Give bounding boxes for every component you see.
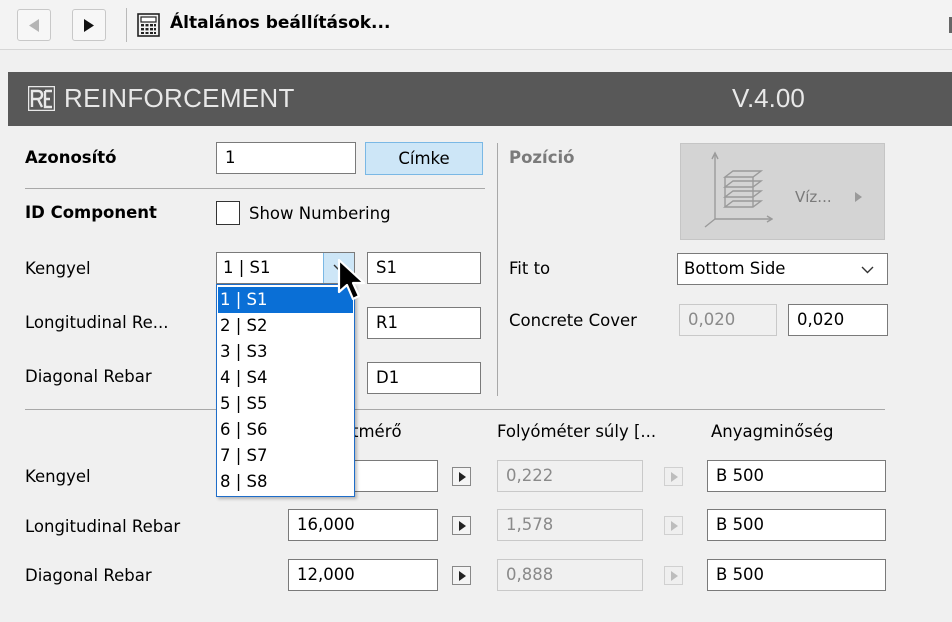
position-preview: Víz... (680, 143, 885, 240)
diameter-arrow-button[interactable] (452, 566, 471, 585)
divider (25, 409, 885, 410)
weight-arrow-button (664, 566, 683, 585)
longitudinal-label: Longitudinal Re... (25, 313, 169, 332)
show-numbering-label[interactable]: Show Numbering (249, 204, 391, 223)
fit-to-select[interactable]: Bottom Side (677, 253, 888, 285)
arrow-right-icon (459, 521, 466, 531)
dropdown-option[interactable]: 6 | S6 (218, 417, 353, 443)
app-title: REINFORCEMENT (64, 83, 295, 113)
header-diameter: tmérő (352, 422, 402, 441)
dropdown-option[interactable]: 4 | S4 (218, 365, 353, 391)
arrow-left-icon (29, 19, 39, 32)
dropdown-option[interactable]: 3 | S3 (218, 339, 353, 365)
diameter-arrow-button[interactable] (452, 516, 471, 535)
kengyel-label: Kengyel (25, 259, 91, 278)
dropdown-option[interactable]: 1 | S1 (218, 287, 353, 313)
arrow-right-icon (671, 472, 678, 482)
kengyel-id-input[interactable]: S1 (367, 252, 481, 284)
cimke-button[interactable]: Címke (365, 142, 483, 175)
diagonal-label: Diagonal Rebar (25, 367, 152, 386)
arrow-right-icon (84, 19, 94, 32)
header-weight: Folyóméter súly [... (497, 422, 657, 441)
arrow-right-icon (459, 571, 466, 581)
pozicio-label: Pozíció (509, 148, 575, 167)
forward-button[interactable] (72, 9, 106, 41)
material-input[interactable]: B 500 (707, 460, 886, 492)
dropdown-option[interactable]: 8 | S8 (218, 469, 353, 495)
concrete-cover-input[interactable]: 0,020 (788, 304, 888, 336)
header-material: Anyagminőség (711, 422, 834, 441)
longitudinal-id-input[interactable]: R1 (367, 307, 481, 339)
kengyel-select[interactable]: 1 | S1 (216, 252, 355, 284)
material-input[interactable]: B 500 (707, 509, 886, 541)
app-version: V.4.00 (732, 83, 805, 113)
arrow-right-icon (459, 472, 466, 482)
weight-arrow-button (664, 467, 683, 486)
calculator-icon[interactable] (137, 13, 160, 37)
kengyel-dropdown-list[interactable]: 1 | S1 2 | S2 3 | S3 4 | S4 5 | S5 6 | S… (216, 284, 355, 497)
material-input[interactable]: B 500 (707, 559, 886, 591)
rebar-stack-icon (704, 151, 773, 228)
weight-value: 0,222 (497, 460, 643, 492)
kengyel-select-value: 1 | S1 (223, 258, 271, 277)
show-numbering-checkbox[interactable] (216, 201, 240, 225)
id-component-label: ID Component (25, 203, 157, 222)
header-banner: REINFORCEMENT V.4.00 (8, 72, 952, 126)
diameter-arrow-button[interactable] (452, 467, 471, 486)
dropdown-option[interactable]: 5 | S5 (218, 391, 353, 417)
row-label: Kengyel (25, 467, 91, 486)
divider (25, 188, 485, 189)
concrete-cover-label: Concrete Cover (509, 311, 637, 330)
toolbar-separator (126, 8, 127, 42)
row-label: Diagonal Rebar (25, 566, 152, 585)
fit-to-value: Bottom Side (684, 259, 786, 278)
back-button[interactable] (17, 9, 51, 41)
mouse-cursor-icon (337, 258, 366, 301)
dropdown-option[interactable]: 2 | S2 (218, 313, 353, 339)
weight-value: 1,578 (497, 509, 643, 541)
app-logo (28, 86, 55, 111)
arrow-right-icon (855, 192, 862, 202)
arrow-right-icon (671, 571, 678, 581)
preview-label: Víz... (795, 188, 832, 206)
fit-to-label: Fit to (509, 259, 551, 278)
toolbar: Általános beállítások... (0, 0, 952, 50)
azonosito-input[interactable]: 1 (216, 142, 356, 174)
dropdown-option[interactable]: 7 | S7 (218, 443, 353, 469)
concrete-cover-default: 0,020 (679, 304, 777, 336)
diameter-input[interactable]: 12,000 (288, 559, 438, 591)
azonosito-label: Azonosító (25, 148, 117, 167)
toolbar-title[interactable]: Általános beállítások... (170, 13, 390, 33)
row-label: Longitudinal Rebar (25, 517, 181, 536)
vertical-divider (497, 143, 498, 396)
weight-arrow-button (664, 516, 683, 535)
chevron-down-icon (861, 266, 874, 274)
diagonal-id-input[interactable]: D1 (367, 362, 481, 394)
arrow-right-icon (671, 521, 678, 531)
weight-value: 0,888 (497, 559, 643, 591)
diameter-input[interactable]: 16,000 (288, 509, 438, 541)
